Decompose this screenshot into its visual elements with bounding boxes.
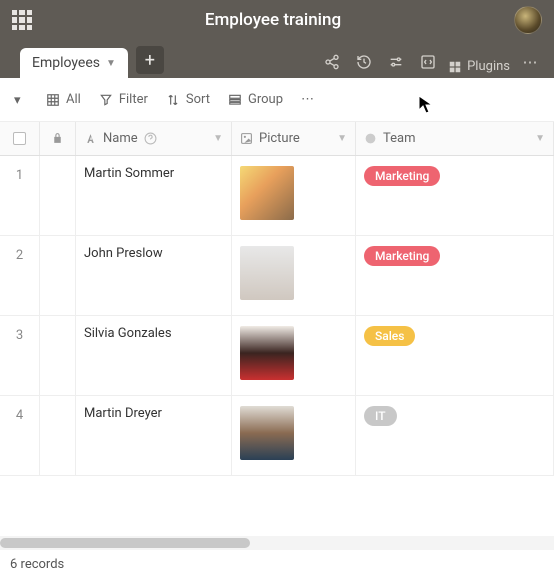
- sort-button[interactable]: Sort: [166, 92, 210, 107]
- team-badge: Sales: [364, 326, 415, 346]
- table-row[interactable]: 2 John Preslow Marketing: [0, 236, 554, 316]
- history-icon[interactable]: [352, 50, 376, 74]
- row-lock-cell: [40, 236, 76, 315]
- column-picture[interactable]: Picture ▼: [232, 122, 356, 155]
- cell-picture[interactable]: [232, 316, 356, 395]
- row-number: 4: [0, 396, 40, 475]
- tab-employees[interactable]: Employees ▼: [20, 48, 128, 78]
- cell-picture[interactable]: [232, 236, 356, 315]
- page-title: Employee training: [32, 10, 514, 30]
- status-bar: 6 records: [0, 550, 554, 578]
- group-button[interactable]: Group: [228, 92, 283, 107]
- team-badge: Marketing: [364, 246, 440, 266]
- row-lock-cell: [40, 316, 76, 395]
- table-header: Name ▼ Picture ▼ Team ▼: [0, 122, 554, 156]
- cell-name[interactable]: Martin Dreyer: [76, 396, 232, 475]
- app-launcher-icon[interactable]: [12, 10, 32, 30]
- row-number: 2: [0, 236, 40, 315]
- team-badge: IT: [364, 406, 397, 426]
- image-thumbnail[interactable]: [240, 246, 294, 300]
- cell-team[interactable]: Marketing: [356, 236, 554, 315]
- view-menu-button[interactable]: ▾: [14, 93, 28, 107]
- cell-picture[interactable]: [232, 396, 356, 475]
- plugins-label: Plugins: [467, 59, 510, 74]
- image-thumbnail[interactable]: [240, 326, 294, 380]
- row-lock-cell: [40, 396, 76, 475]
- select-all-cell[interactable]: [0, 122, 40, 155]
- table-row[interactable]: 4 Martin Dreyer IT: [0, 396, 554, 476]
- horizontal-scrollbar[interactable]: [0, 536, 554, 550]
- view-all-button[interactable]: All: [46, 92, 81, 107]
- team-badge: Marketing: [364, 166, 440, 186]
- user-avatar[interactable]: [514, 6, 542, 34]
- record-count: 6 records: [10, 557, 64, 572]
- table-row[interactable]: 1 Martin Sommer Marketing: [0, 156, 554, 236]
- column-name[interactable]: Name ▼: [76, 122, 232, 155]
- lock-column[interactable]: [40, 122, 76, 155]
- add-tab-button[interactable]: +: [136, 46, 164, 74]
- row-number: 1: [0, 156, 40, 235]
- chevron-down-icon[interactable]: ▼: [213, 133, 223, 144]
- cell-team[interactable]: Sales: [356, 316, 554, 395]
- cell-team[interactable]: Marketing: [356, 156, 554, 235]
- table-body[interactable]: 1 Martin Sommer Marketing 2 John Preslow Mark…: [0, 156, 554, 536]
- cell-name[interactable]: Silvia Gonzales: [76, 316, 232, 395]
- chevron-down-icon[interactable]: ▼: [535, 133, 545, 144]
- cell-team[interactable]: IT: [356, 396, 554, 475]
- mouse-cursor-icon: [418, 95, 434, 115]
- tab-label: Employees: [32, 55, 100, 71]
- cell-picture[interactable]: [232, 156, 356, 235]
- chevron-down-icon[interactable]: ▼: [337, 133, 347, 144]
- help-icon[interactable]: [144, 132, 157, 145]
- row-lock-cell: [40, 156, 76, 235]
- plugins-button[interactable]: Plugins: [448, 59, 510, 74]
- api-icon[interactable]: [416, 50, 440, 74]
- more-icon[interactable]: ⋯: [518, 50, 542, 74]
- chevron-down-icon: ▼: [106, 58, 116, 69]
- image-thumbnail[interactable]: [240, 166, 294, 220]
- settings-sliders-icon[interactable]: [384, 50, 408, 74]
- filter-button[interactable]: Filter: [99, 92, 148, 107]
- column-team[interactable]: Team ▼: [356, 122, 554, 155]
- cell-name[interactable]: Martin Sommer: [76, 156, 232, 235]
- image-thumbnail[interactable]: [240, 406, 294, 460]
- table-row[interactable]: 3 Silvia Gonzales Sales: [0, 316, 554, 396]
- row-number: 3: [0, 316, 40, 395]
- share-icon[interactable]: [320, 50, 344, 74]
- cell-name[interactable]: John Preslow: [76, 236, 232, 315]
- toolbar-more-button[interactable]: ⋯: [301, 92, 314, 107]
- checkbox-icon[interactable]: [13, 132, 26, 145]
